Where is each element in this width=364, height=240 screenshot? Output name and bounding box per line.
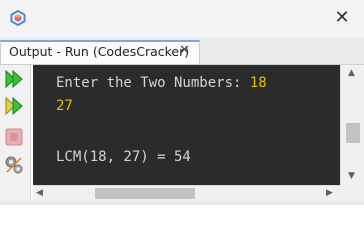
console-line-prompt: Enter the Two Numbers: 18 (56, 72, 267, 95)
scroll-up-arrow-icon[interactable]: ▲ (348, 68, 355, 78)
settings-icon[interactable] (4, 155, 24, 175)
stop-icon[interactable] (4, 127, 24, 147)
horizontal-scroll-thumb[interactable] (95, 188, 195, 199)
horizontal-scrollbar[interactable]: ◀ ▶ (33, 185, 340, 201)
scroll-left-arrow-icon[interactable]: ◀ (36, 188, 43, 198)
tab-output-run[interactable]: Output - Run (CodesCracker) ✕ (0, 40, 200, 64)
scroll-right-arrow-icon[interactable]: ▶ (326, 188, 333, 198)
output-tab-strip: Output - Run (CodesCracker) ✕ (0, 38, 364, 65)
user-input-second: 27 (56, 98, 73, 114)
vertical-scroll-thumb[interactable] (346, 123, 360, 143)
app-logo-icon (10, 10, 26, 26)
rerun-icon[interactable] (4, 69, 24, 89)
prompt-text: Enter the Two Numbers: (56, 75, 250, 91)
scroll-down-arrow-icon[interactable]: ▼ (348, 171, 355, 181)
window-titlebar: ✕ (0, 0, 364, 38)
console-result-line: LCM(18, 27) = 54 (56, 149, 191, 165)
scroll-corner (340, 185, 364, 201)
tab-label: Output - Run (CodesCracker) (9, 44, 190, 59)
output-console[interactable]: Enter the Two Numbers: 18 27 LCM(18, 27)… (33, 65, 340, 185)
tab-close-button[interactable]: ✕ (179, 43, 190, 58)
vertical-scrollbar[interactable]: ▲ ▼ (340, 65, 364, 185)
window-close-button[interactable]: ✕ (320, 0, 364, 38)
output-toolbar (0, 65, 31, 205)
bottom-border (0, 201, 364, 205)
rerun-with-options-icon[interactable] (4, 96, 24, 116)
user-input-first: 18 (249, 75, 267, 91)
